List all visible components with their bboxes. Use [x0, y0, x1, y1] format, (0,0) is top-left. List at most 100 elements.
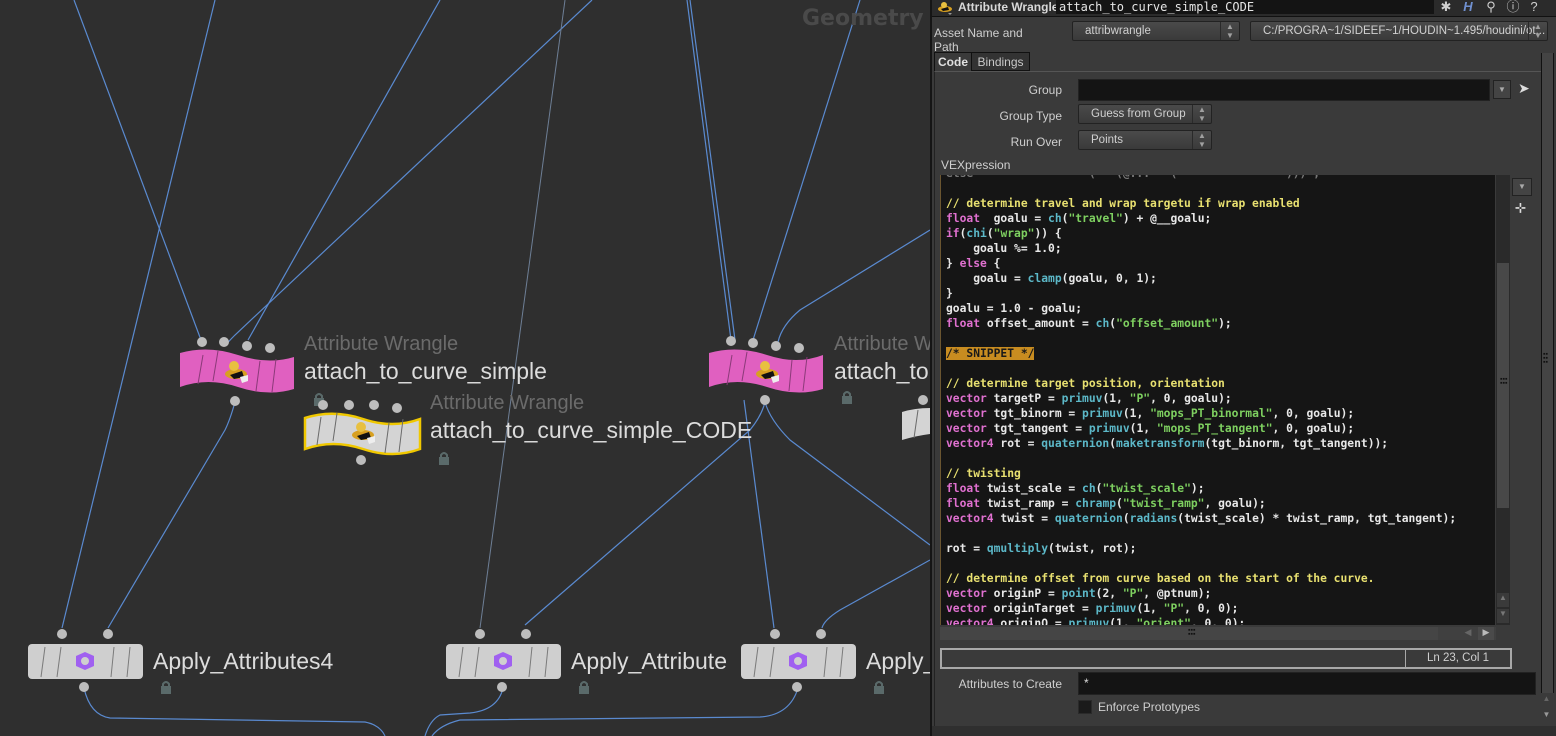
tab-bindings[interactable]: Bindings [972, 52, 1030, 71]
scroll-up-button[interactable]: ▲ [1497, 593, 1509, 607]
node-apply-attributes-right[interactable] [740, 627, 858, 697]
network-editor[interactable]: Geometry Attribute Wrangle attach_to_cur… [0, 0, 930, 736]
lock-icon[interactable] [159, 680, 173, 694]
code-line: } else { [946, 256, 1495, 271]
attributes-to-create-input[interactable]: * [1078, 672, 1536, 695]
apply-node-body[interactable] [445, 627, 563, 693]
node-apply-attributes[interactable] [445, 627, 563, 697]
code-token-kw: else [959, 257, 987, 270]
wrangle-node-body-selected[interactable] [303, 397, 425, 467]
node-apply-attributes4[interactable] [27, 627, 145, 697]
wrangle-node-body[interactable] [707, 335, 827, 407]
node-attach-to-curve-right[interactable] [707, 335, 827, 411]
code-text[interactable]: else ( (@... ( ))) ; // determine travel… [941, 175, 1495, 625]
code-token-fn: primuv [1095, 602, 1137, 615]
search-icon[interactable]: ⚲ [1483, 0, 1499, 14]
lock-icon[interactable] [437, 451, 451, 465]
node-name-label[interactable]: Apply_Attribute [571, 648, 727, 675]
node-name-label[interactable]: Apply_ [866, 648, 930, 675]
code-token: tgt_binorm = [986, 407, 1083, 420]
enforce-prototypes-checkbox[interactable] [1078, 700, 1092, 714]
select-arrow-icon[interactable]: ➤ [1518, 80, 1530, 97]
pane-vertical-scrollbar[interactable]: ▪▪ ▪▪ ▪▪ [1541, 53, 1554, 693]
code-line: goalu = 1.0 - goalu; [946, 301, 1495, 316]
code-token-fn: maketransform [1116, 437, 1205, 450]
gear-icon[interactable]: ✱ [1438, 0, 1454, 14]
apply-node-body[interactable] [27, 627, 145, 693]
input-connector [794, 343, 804, 353]
apply-node-body[interactable] [740, 627, 858, 693]
asset-path-dropdown[interactable]: C:/PROGRA~1/SIDEEF~1/HOUDIN~1.495/houdin… [1250, 21, 1548, 41]
code-token: ) + @__goalu; [1122, 212, 1212, 225]
code-menu-dropdown-button[interactable]: ▼ [1512, 178, 1532, 196]
input-connector [318, 400, 328, 410]
node-name-label[interactable]: attach_to_curve_simple_CODE [430, 417, 752, 444]
asset-name-value: attribwrangle [1085, 25, 1151, 37]
vex-code-editor[interactable]: else ( (@... ( ))) ; // determine travel… [940, 175, 1495, 625]
code-token-fn: ch [1082, 482, 1096, 495]
output-connector [230, 396, 240, 406]
code-token: ( [986, 227, 994, 240]
code-token: rot = [946, 542, 987, 555]
code-token-str: "P" [1129, 392, 1151, 405]
code-line: // determine travel and wrap targetu if … [946, 196, 1495, 211]
asset-path-value: C:/PROGRA~1/SIDEEF~1/HOUDIN~1.495/houdin… [1263, 25, 1546, 37]
add-spare-parm-icon[interactable]: ⊹ [1515, 200, 1526, 216]
node-type-label: Attribute Wrangle [430, 392, 585, 414]
code-token-kw: vector4 [946, 512, 994, 525]
code-token-fn: primuv [1061, 392, 1103, 405]
group-dropdown-button[interactable]: ▼ [1493, 80, 1511, 99]
help-icon[interactable]: ? [1526, 0, 1542, 14]
group-input[interactable] [1078, 79, 1490, 101]
group-type-dropdown[interactable]: Guess from Group ▲ ▼ [1078, 104, 1212, 124]
scroll-down-button[interactable]: ▼ [1497, 609, 1509, 623]
wrangle-node-type-icon[interactable] [936, 0, 956, 16]
lock-icon[interactable] [840, 390, 854, 404]
code-token-str: "twist_ramp" [1122, 497, 1205, 510]
node-attach-to-curve-simple[interactable] [178, 337, 298, 413]
scroll-right-button[interactable]: ▶ [1478, 627, 1494, 640]
node-name-label[interactable]: attach_to_curve_simple [304, 358, 547, 385]
code-token: } [946, 257, 960, 270]
code-scroll-thumb[interactable]: ▪▪▪ ▪▪▪ [1497, 263, 1509, 508]
lock-icon[interactable] [577, 680, 591, 694]
scroll-left-button[interactable]: ◀ [1460, 627, 1476, 640]
pane-scroll-down-button[interactable]: ▼ [1541, 710, 1552, 724]
code-token: twist = [993, 512, 1055, 525]
asset-name-dropdown[interactable]: attribwrangle ▲ ▼ [1072, 21, 1240, 41]
houdini-h-icon[interactable]: H [1460, 0, 1476, 14]
parameter-header: Attribute Wrangle attach_to_curve_simple… [932, 0, 1556, 17]
wire [479, 0, 566, 629]
code-token-kw: vector4 [946, 437, 994, 450]
node-name-field[interactable]: attach_to_curve_simple_CODE [1056, 0, 1434, 14]
lock-icon[interactable] [872, 680, 886, 694]
code-vertical-scrollbar[interactable]: ▪▪▪ ▪▪▪ ▲ ▼ [1496, 175, 1510, 625]
run-over-dropdown[interactable]: Points ▲ ▼ [1078, 130, 1212, 150]
code-horizontal-scrollbar[interactable]: ▪▪▪ ▪▪▪ ◀ ▶ [940, 627, 1496, 640]
code-token-str: "wrap" [993, 227, 1035, 240]
code-token: ( [1116, 497, 1123, 510]
parameter-pane: Attribute Wrangle attach_to_curve_simple… [930, 0, 1556, 736]
wrangle-node-body[interactable] [178, 337, 298, 409]
code-line: vector originP = point(2, "P", @ptnum); [946, 586, 1495, 601]
node-type-label: Attribute W [834, 333, 930, 355]
info-icon[interactable]: ⓘ [1505, 0, 1521, 14]
input-connector [726, 336, 736, 346]
tab-code[interactable]: Code [934, 52, 972, 71]
group-label: Group [1028, 83, 1062, 97]
code-token: , 0, goalu); [1272, 422, 1355, 435]
node-partial-offscreen[interactable] [900, 392, 930, 452]
node-name-label[interactable]: Apply_Attributes4 [153, 648, 333, 675]
code-token-fn: qmultiply [986, 542, 1049, 555]
code-token: ); [1218, 317, 1232, 330]
code-comment: // twisting [946, 467, 1021, 480]
run-over-value: Points [1091, 134, 1123, 146]
wire [107, 401, 236, 629]
code-line: goalu %= 1.0; [946, 241, 1495, 256]
node-attach-to-curve-simple-code[interactable] [303, 397, 425, 471]
node-name-label[interactable]: attach_to [834, 358, 929, 385]
pane-scroll-up-button[interactable]: ▲ [1541, 694, 1552, 708]
code-token-kw: vector [946, 602, 987, 615]
